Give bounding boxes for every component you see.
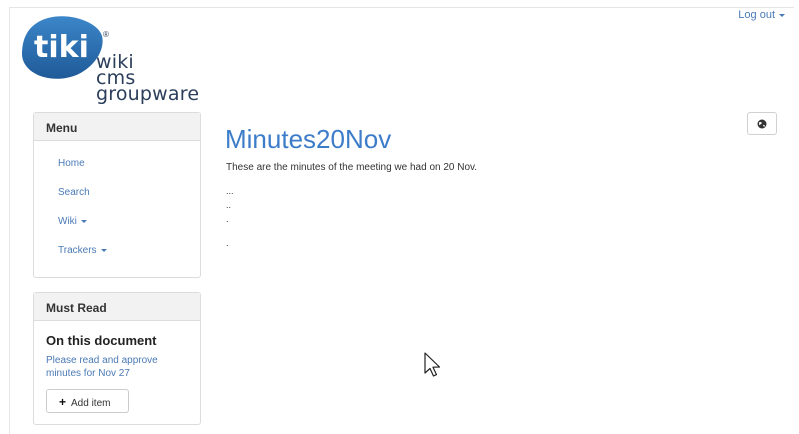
- logo-line-groupware: groupware: [96, 83, 200, 105]
- must-read-heading: On this document: [46, 333, 157, 348]
- plus-icon: +: [59, 395, 67, 409]
- body-line: ...: [226, 186, 234, 196]
- menu-item-label: Wiki: [58, 216, 77, 227]
- chevron-down-icon: [779, 13, 785, 17]
- logout-menu[interactable]: Log out: [738, 9, 785, 21]
- add-item-button[interactable]: + Add item: [46, 389, 129, 413]
- menu-module-title: Menu: [34, 113, 200, 141]
- add-item-label: Add item: [71, 398, 111, 409]
- mouse-cursor-icon: [424, 352, 441, 377]
- menu-list: Home Search Wiki Trackers: [34, 141, 200, 267]
- logo-wordmark: wiki cms groupware: [96, 53, 200, 105]
- chevron-down-icon: [100, 248, 107, 252]
- body-line: .: [226, 214, 229, 224]
- page-body: ... .. . .: [226, 184, 234, 250]
- body-gap: [226, 226, 234, 236]
- menu-item-search[interactable]: Search: [58, 180, 200, 209]
- menu-item-label: Trackers: [58, 245, 97, 256]
- globe-icon: [757, 119, 767, 128]
- logo-badge-text: tiki: [34, 30, 89, 65]
- menu-module: Menu Home Search Wiki Trackers: [33, 112, 201, 278]
- tiki-logo-icon: tiki: [22, 16, 103, 79]
- chevron-down-icon: [80, 219, 87, 223]
- menu-item-home[interactable]: Home: [58, 151, 200, 180]
- page-intro: These are the minutes of the meeting we …: [226, 162, 478, 173]
- must-read-module: Must Read On this document Please read a…: [33, 292, 201, 425]
- logout-label: Log out: [738, 9, 775, 21]
- language-button[interactable]: [747, 112, 777, 135]
- menu-item-label: Search: [58, 187, 90, 198]
- must-read-link[interactable]: Please read and approve minutes for Nov …: [34, 348, 184, 380]
- registered-mark: ®: [103, 30, 109, 39]
- must-read-title: Must Read: [34, 293, 200, 321]
- menu-item-label: Home: [58, 158, 85, 169]
- menu-item-trackers[interactable]: Trackers: [58, 238, 200, 267]
- menu-item-wiki[interactable]: Wiki: [58, 209, 200, 238]
- site-logo[interactable]: tiki ® wiki cms groupware: [20, 14, 215, 110]
- page-title: Minutes20Nov: [225, 124, 392, 154]
- body-line: ..: [226, 200, 232, 210]
- body-line: .: [226, 238, 229, 248]
